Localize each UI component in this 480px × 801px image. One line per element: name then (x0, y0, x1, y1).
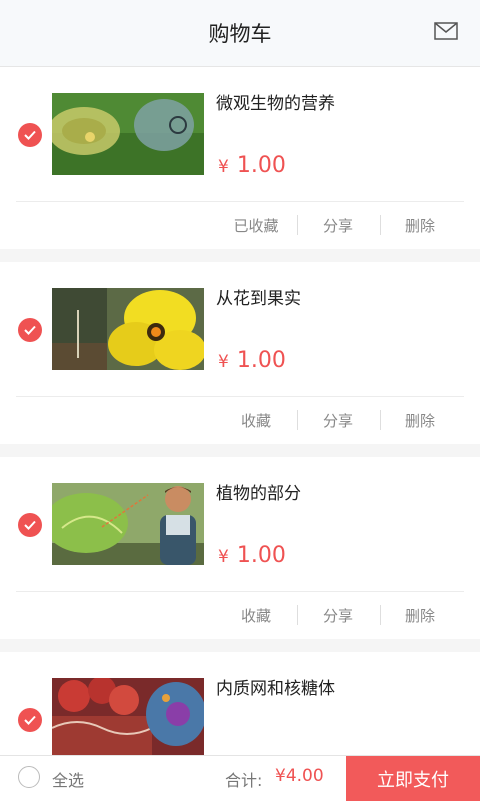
item-name[interactable]: 微观生物的营养 (216, 89, 335, 114)
currency-symbol: ¥ (218, 157, 229, 177)
item-checkbox[interactable] (18, 123, 42, 147)
select-all-checkbox[interactable] (18, 766, 40, 788)
price-value: 1.00 (236, 153, 286, 178)
check-icon (24, 715, 36, 725)
check-icon (24, 325, 36, 335)
check-icon (24, 520, 36, 530)
total-label: 合计: (225, 771, 263, 790)
currency-symbol: ¥ (218, 352, 229, 372)
cart-item[interactable]: 内质网和核糖体 (0, 652, 480, 755)
item-name[interactable]: 内质网和核糖体 (216, 674, 335, 699)
item-checkbox[interactable] (18, 708, 42, 732)
item-thumbnail[interactable] (52, 93, 204, 175)
item-checkbox[interactable] (18, 318, 42, 342)
currency-symbol: ¥ (218, 547, 229, 567)
header: 购物车 (0, 0, 480, 67)
pay-now-button[interactable]: 立即支付 (346, 756, 480, 801)
favorite-button[interactable]: 收藏 (216, 410, 296, 431)
item-actions: 收藏 分享 删除 (0, 397, 480, 444)
price-value: 1.00 (236, 348, 286, 373)
delete-button[interactable]: 删除 (380, 410, 460, 431)
delete-button[interactable]: 删除 (380, 215, 460, 236)
item-checkbox[interactable] (18, 513, 42, 537)
item-thumbnail[interactable] (52, 483, 204, 565)
item-actions: 已收藏 分享 删除 (0, 202, 480, 249)
mail-icon[interactable] (434, 22, 458, 40)
cart-item[interactable]: 植物的部分 ¥1.00 收藏 分享 删除 (0, 457, 480, 639)
select-all-label[interactable]: 全选 (52, 767, 84, 791)
cart-item[interactable]: 微观生物的营养 ¥1.00 已收藏 分享 删除 (0, 67, 480, 249)
item-price: ¥1.00 (218, 348, 286, 373)
delete-button[interactable]: 删除 (380, 605, 460, 626)
item-name[interactable]: 从花到果实 (216, 284, 301, 309)
favorite-button[interactable]: 收藏 (216, 605, 296, 626)
cart-item[interactable]: 从花到果实 ¥1.00 收藏 分享 删除 (0, 262, 480, 444)
page-title: 购物车 (208, 22, 272, 46)
price-value: 1.00 (236, 543, 286, 568)
check-icon (24, 130, 36, 140)
item-price: ¥1.00 (218, 543, 286, 568)
share-button[interactable]: 分享 (298, 410, 378, 431)
item-thumbnail[interactable] (52, 678, 204, 755)
item-name[interactable]: 植物的部分 (216, 479, 301, 504)
cart-list: 微观生物的营养 ¥1.00 已收藏 分享 删除 从花到果实 ¥ 1.00 收藏 … (0, 67, 480, 755)
checkout-bar: 全选 合计: ¥4.00 立即支付 (0, 755, 480, 801)
item-price: ¥1.00 (218, 153, 286, 178)
share-button[interactable]: 分享 (298, 605, 378, 626)
item-actions: 收藏 分享 删除 (0, 592, 480, 639)
total-value: ¥4.00 (275, 766, 324, 786)
favorite-button[interactable]: 已收藏 (216, 215, 296, 236)
share-button[interactable]: 分享 (298, 215, 378, 236)
item-thumbnail[interactable] (52, 288, 204, 370)
